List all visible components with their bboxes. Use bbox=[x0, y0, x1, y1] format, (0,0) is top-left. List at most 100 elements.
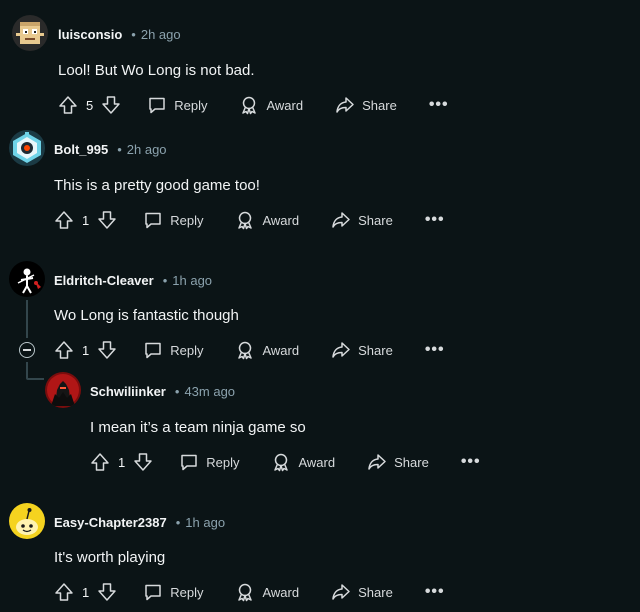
share-button[interactable]: Share bbox=[331, 340, 393, 360]
award-label: Award bbox=[298, 454, 336, 470]
award-icon bbox=[238, 341, 253, 360]
share-button[interactable]: Share bbox=[367, 452, 429, 472]
comment-meta: Bolt_995 • 2h ago bbox=[54, 139, 167, 159]
pirate-flag-icon bbox=[9, 261, 45, 297]
upvote-button[interactable] bbox=[58, 95, 78, 115]
downvote-arrow-icon bbox=[98, 211, 116, 229]
thread-branch bbox=[26, 378, 44, 380]
award-label: Award bbox=[262, 584, 300, 600]
award-button[interactable]: Award bbox=[271, 452, 335, 472]
downvote-button[interactable] bbox=[101, 95, 121, 115]
reply-bubble-icon bbox=[145, 212, 161, 229]
share-label: Share bbox=[358, 212, 393, 228]
upvote-arrow-icon bbox=[59, 96, 77, 114]
avatar[interactable] bbox=[45, 372, 81, 408]
downvote-button[interactable] bbox=[97, 582, 117, 602]
robot-icon bbox=[9, 130, 45, 166]
share-arrow-icon bbox=[332, 342, 350, 358]
timestamp[interactable]: 1h ago bbox=[172, 273, 212, 288]
reply-button[interactable]: Reply bbox=[143, 582, 203, 602]
username[interactable]: Eldritch-Cleaver bbox=[54, 273, 154, 288]
username[interactable]: Bolt_995 bbox=[54, 142, 108, 157]
reply-button[interactable]: Reply bbox=[143, 210, 203, 230]
reply-bubble-icon bbox=[149, 97, 165, 114]
comment-meta: Easy-Chapter2387 • 1h ago bbox=[54, 512, 225, 532]
reply-label: Reply bbox=[174, 97, 208, 113]
award-button[interactable]: Award bbox=[235, 582, 299, 602]
upvote-button[interactable] bbox=[54, 582, 74, 602]
reply-label: Reply bbox=[206, 454, 240, 470]
award-label: Award bbox=[262, 212, 300, 228]
downvote-arrow-icon bbox=[102, 96, 120, 114]
downvote-button[interactable] bbox=[133, 452, 153, 472]
share-button[interactable]: Share bbox=[335, 95, 397, 115]
timestamp[interactable]: 2h ago bbox=[127, 142, 167, 157]
avatar[interactable] bbox=[9, 503, 45, 539]
reply-label: Reply bbox=[170, 212, 204, 228]
dark-knight-icon bbox=[45, 372, 81, 408]
more-options-button[interactable]: ••• bbox=[425, 341, 445, 359]
upvote-button[interactable] bbox=[54, 340, 74, 360]
snoo-yellow-icon bbox=[9, 503, 45, 539]
separator-dot: • bbox=[174, 383, 180, 399]
collapse-thread-button[interactable] bbox=[19, 342, 35, 358]
downvote-button[interactable] bbox=[97, 210, 117, 230]
share-button[interactable]: Share bbox=[331, 582, 393, 602]
separator-dot: • bbox=[117, 141, 122, 157]
username[interactable]: Easy-Chapter2387 bbox=[54, 515, 167, 530]
comment-actions: 5 Reply Award Share ••• bbox=[58, 93, 449, 117]
timestamp[interactable]: 2h ago bbox=[141, 27, 181, 42]
upvote-arrow-icon bbox=[55, 583, 73, 601]
vote-count: 1 bbox=[82, 584, 90, 600]
minus-icon bbox=[23, 349, 31, 351]
award-button[interactable]: Award bbox=[235, 210, 299, 230]
vote-count: 1 bbox=[118, 454, 126, 470]
username[interactable]: luisconsio bbox=[58, 27, 122, 42]
reply-label: Reply bbox=[170, 584, 204, 600]
more-options-button[interactable]: ••• bbox=[425, 583, 445, 601]
upvote-button[interactable] bbox=[90, 452, 110, 472]
award-icon bbox=[274, 453, 289, 472]
timestamp[interactable]: 43m ago bbox=[184, 384, 235, 399]
avatar[interactable] bbox=[9, 130, 45, 166]
more-options-button[interactable]: ••• bbox=[425, 211, 445, 229]
pixel-box-character-icon bbox=[12, 15, 48, 51]
award-button[interactable]: Award bbox=[239, 95, 303, 115]
reply-button[interactable]: Reply bbox=[143, 340, 203, 360]
comment-meta: Schwiliinker • 43m ago bbox=[90, 381, 235, 401]
separator-dot: • bbox=[162, 272, 168, 288]
username[interactable]: Schwiliinker bbox=[90, 384, 166, 399]
upvote-arrow-icon bbox=[55, 341, 73, 359]
comment-body: Lool! But Wo Long is not bad. bbox=[58, 62, 255, 79]
more-options-button[interactable]: ••• bbox=[429, 96, 449, 114]
comment-meta: luisconsio • 2h ago bbox=[58, 24, 181, 44]
downvote-button[interactable] bbox=[97, 340, 117, 360]
vote-count: 1 bbox=[82, 342, 90, 358]
downvote-arrow-icon bbox=[134, 453, 152, 471]
upvote-button[interactable] bbox=[54, 210, 74, 230]
avatar[interactable] bbox=[12, 15, 48, 51]
share-arrow-icon bbox=[336, 97, 354, 113]
more-options-button[interactable]: ••• bbox=[461, 453, 481, 471]
award-button[interactable]: Award bbox=[235, 340, 299, 360]
reply-label: Reply bbox=[170, 342, 204, 358]
comment-actions: 1 Reply Award Share ••• bbox=[90, 450, 481, 474]
share-label: Share bbox=[358, 342, 393, 358]
award-label: Award bbox=[266, 97, 304, 113]
share-label: Share bbox=[362, 97, 397, 113]
timestamp[interactable]: 1h ago bbox=[185, 515, 225, 530]
comment-body: This is a pretty good game too! bbox=[54, 177, 260, 194]
reply-button[interactable]: Reply bbox=[147, 95, 207, 115]
award-icon bbox=[238, 583, 253, 602]
share-arrow-icon bbox=[332, 584, 350, 600]
avatar[interactable] bbox=[9, 261, 45, 297]
share-button[interactable]: Share bbox=[331, 210, 393, 230]
comment-actions: 1 Reply Award Share ••• bbox=[54, 208, 445, 232]
downvote-arrow-icon bbox=[98, 341, 116, 359]
comment-body: I mean it’s a team ninja game so bbox=[90, 419, 306, 436]
share-label: Share bbox=[394, 454, 429, 470]
downvote-arrow-icon bbox=[98, 583, 116, 601]
upvote-arrow-icon bbox=[55, 211, 73, 229]
reply-button[interactable]: Reply bbox=[179, 452, 239, 472]
thread-line bbox=[26, 362, 28, 378]
